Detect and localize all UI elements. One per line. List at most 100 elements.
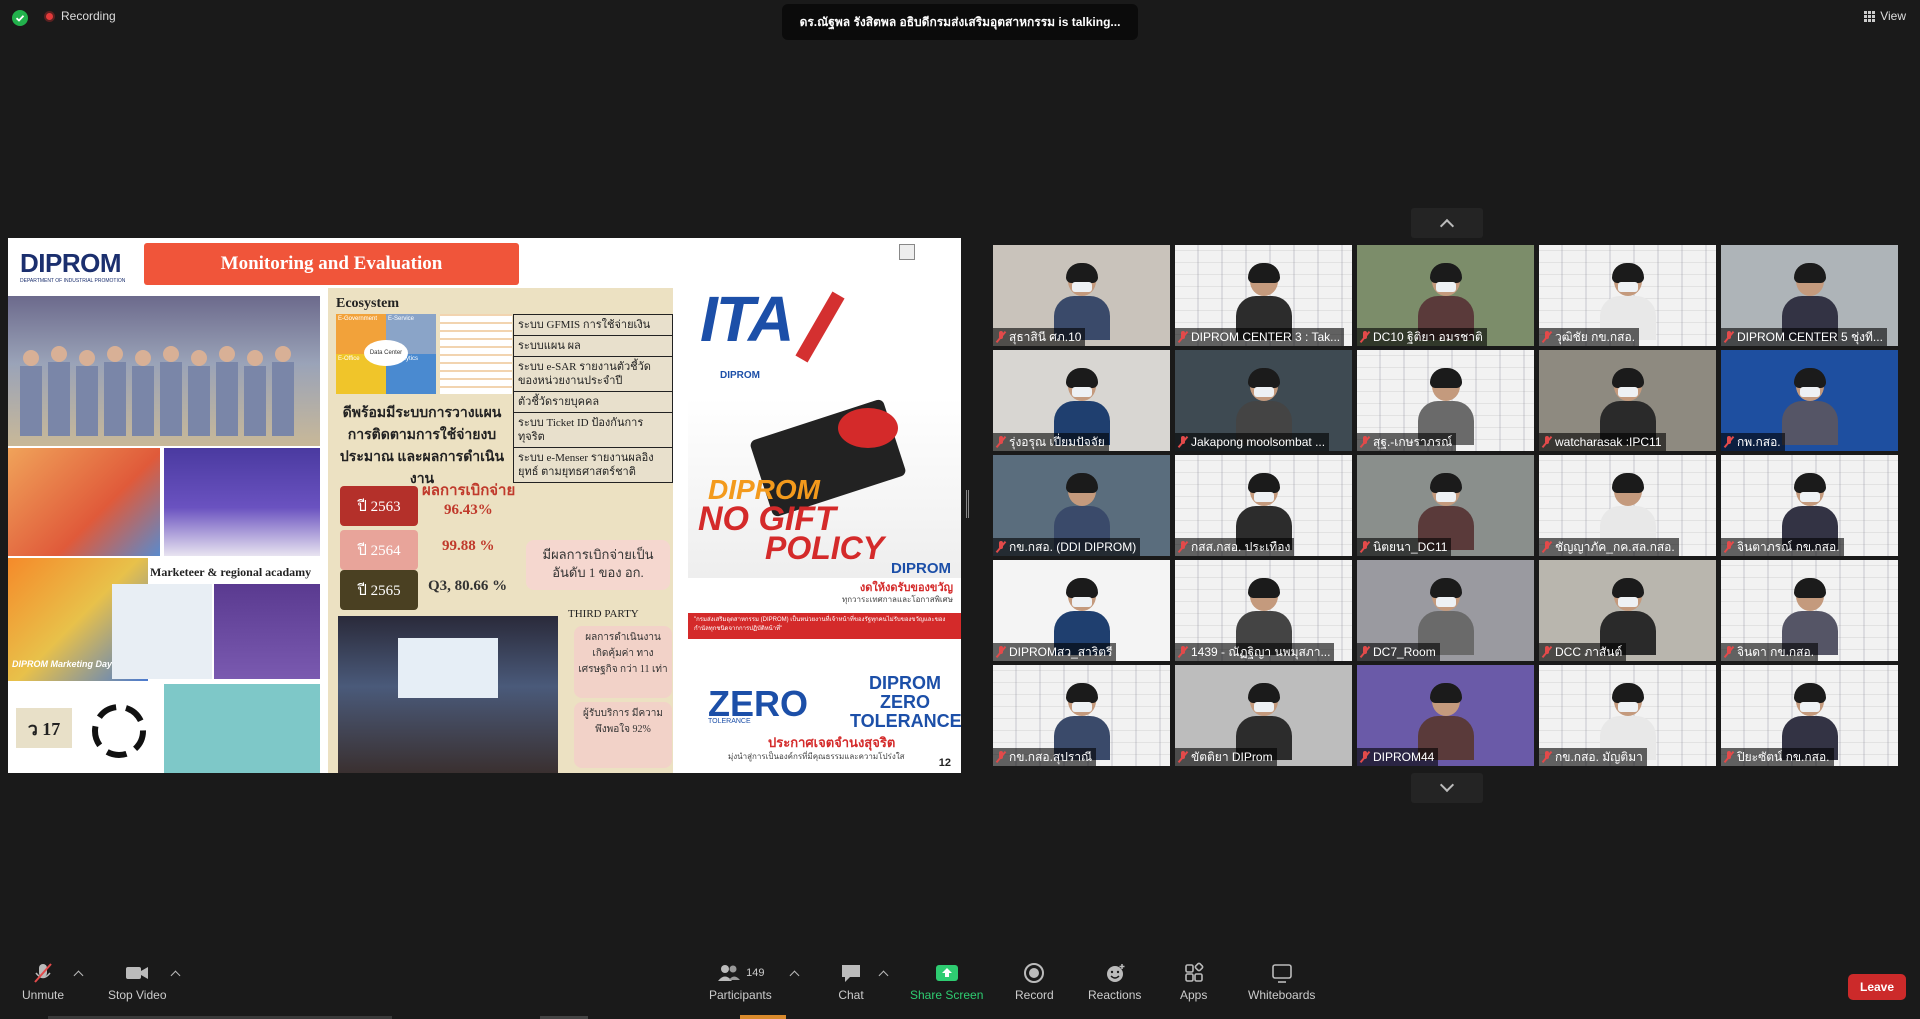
participant-tile[interactable]: DCC ภาสันต์: [1539, 560, 1716, 661]
participant-tile[interactable]: 1439 - ณัฏฐิญา นพมุสภา...: [1175, 560, 1352, 661]
mic-muted-icon: [1724, 646, 1734, 658]
shared-screen[interactable]: DIPROM DEPARTMENT OF INDUSTRIAL PROMOTIO…: [8, 238, 961, 773]
participants-button[interactable]: 149 Participants: [709, 962, 772, 1002]
mic-muted-icon: [996, 331, 1006, 343]
apps-icon: [1184, 962, 1204, 982]
participant-tile[interactable]: จินตาภรณ์ กข.กสอ.: [1721, 455, 1898, 556]
record-dot-icon: [44, 10, 55, 22]
record-button[interactable]: Record: [1015, 962, 1054, 1002]
stop-video-button[interactable]: Stop Video: [108, 962, 167, 1002]
share-screen-icon: [935, 965, 958, 981]
participant-tile[interactable]: กพ.กสอ.: [1721, 350, 1898, 451]
year-2565-value: Q3, 80.66 %: [428, 578, 508, 594]
record-label: Record: [1015, 988, 1054, 1002]
unmute-button[interactable]: Unmute: [22, 962, 64, 1002]
participant-tile[interactable]: สุฐ.-เกษราภรณ์: [1357, 350, 1534, 451]
security-shield-icon[interactable]: [12, 10, 28, 26]
systems-table: ระบบ GFMIS การใช้จ่ายเงิน ระบบแผน ผล ระบ…: [513, 314, 673, 483]
participant-name: กข.กสอ. (DDI DIPROM): [1009, 539, 1137, 554]
participant-tile[interactable]: กข.กสอ.สุปราณี: [993, 665, 1170, 766]
participant-tile[interactable]: DIPROMสว_สาริตรี: [993, 560, 1170, 661]
participant-name-badge: กข.กสอ.สุปราณี: [993, 748, 1097, 766]
participant-tile[interactable]: นิตยนา_DC11: [1357, 455, 1534, 556]
system-row: ระบบ e-Menser รายงานผลอิงยุทธ์ ตามยุทธศา…: [518, 452, 654, 478]
award-photo-2: [164, 448, 320, 556]
disbursement-label: ผลการเบิกจ่าย: [422, 483, 516, 499]
gallery-scroll-up-button[interactable]: [1411, 208, 1483, 238]
participant-tile[interactable]: รุ่งอรุณ เปี่ยมปัจจัย: [993, 350, 1170, 451]
split-view-handle[interactable]: [966, 490, 969, 518]
mic-muted-icon: [1360, 646, 1370, 658]
participant-name-badge: สุฐ.-เกษราภรณ์: [1357, 433, 1457, 451]
participant-name: watcharasak :IPC11: [1555, 435, 1662, 449]
participant-name: DC7_Room: [1373, 645, 1436, 659]
share-screen-button[interactable]: Share Screen: [910, 962, 983, 1002]
participant-name: Jakapong moolsombat ...: [1191, 435, 1326, 449]
participant-tile[interactable]: DIPROM CENTER 5 ชุ่งที...: [1721, 245, 1898, 346]
view-button[interactable]: View: [1864, 9, 1906, 23]
participant-name-badge: DCC ภาสันต์: [1539, 643, 1627, 661]
participant-tile[interactable]: Jakapong moolsombat ...: [1175, 350, 1352, 451]
apps-button[interactable]: Apps: [1180, 962, 1207, 1002]
participant-tile[interactable]: กข.กสอ. (DDI DIPROM): [993, 455, 1170, 556]
participant-name-badge: กข.กสอ. มัญติมา: [1539, 748, 1647, 766]
participant-tile[interactable]: ชัญญาภัค_กค.สล.กสอ.: [1539, 455, 1716, 556]
recording-indicator[interactable]: Recording: [44, 9, 116, 23]
participant-tile[interactable]: ปิยะซัตน์ กข.กสอ.: [1721, 665, 1898, 766]
participant-name-badge: DIPROM44: [1357, 748, 1439, 766]
gift-ribbon-graphic: [838, 408, 898, 448]
expand-icon[interactable]: [899, 244, 915, 260]
participant-name: กข.กสอ.สุปราณี: [1009, 749, 1093, 764]
phone-mockup: [112, 584, 212, 679]
video-options-caret[interactable]: [170, 970, 181, 981]
gallery-scroll-down-button[interactable]: [1411, 773, 1483, 803]
participant-name: DIPROM44: [1373, 750, 1435, 764]
participant-tile[interactable]: DIPROM44: [1357, 665, 1534, 766]
participant-tile[interactable]: กสส.กสอ. ประเทือง: [1175, 455, 1352, 556]
reactions-label: Reactions: [1088, 988, 1142, 1002]
participant-name-badge: ชัญญาภัค_กค.สล.กสอ.: [1539, 538, 1679, 556]
whiteboards-label: Whiteboards: [1248, 988, 1316, 1002]
diprom-logo: DIPROM: [20, 248, 122, 278]
zero-tolerance-sub: TOLERANCE: [708, 718, 751, 725]
participant-name: DIPROM CENTER 3 : Tak...: [1191, 330, 1341, 344]
participants-icon: [718, 965, 741, 981]
year-2563-value: 96.43%: [444, 502, 493, 518]
third-party-box-2: ผู้รับบริการ มีความพึงพอใจ 92%: [574, 702, 672, 768]
participant-tile[interactable]: กข.กสอ. มัญติมา: [1539, 665, 1716, 766]
chat-caret[interactable]: [878, 970, 889, 981]
chat-button[interactable]: Chat: [838, 962, 864, 1002]
participant-tile[interactable]: วุฒิชัย กข.กสอ.: [1539, 245, 1716, 346]
third-party-label: THIRD PARTY: [568, 608, 639, 620]
system-row: ระบบ e-SAR รายงานตัวชี้วัดของหน่วยงานประ…: [514, 357, 672, 392]
marketing-day-label: DIPROM Marketing Day: [12, 659, 113, 669]
active-speaker-banner: ดร.ณัฐพล รังสิตพล อธิบดีกรมส่งเสริมอุตสา…: [782, 4, 1138, 40]
bottom-strip: [740, 1015, 786, 1019]
participant-tile[interactable]: DC10 ฐิติยา อมรชาติ: [1357, 245, 1534, 346]
leave-button[interactable]: Leave: [1848, 974, 1906, 1000]
audio-options-caret[interactable]: [73, 970, 84, 981]
whiteboards-button[interactable]: Whiteboards: [1248, 962, 1315, 1002]
mic-muted-icon: [1542, 646, 1552, 658]
year-2564-value: 99.88 %: [442, 538, 495, 554]
participant-tile[interactable]: DC7_Room: [1357, 560, 1534, 661]
participant-tile[interactable]: DIPROM CENTER 3 : Tak...: [1175, 245, 1352, 346]
participant-name: DIPROM CENTER 5 ชุ่งที...: [1737, 329, 1883, 344]
unmute-label: Unmute: [22, 988, 65, 1002]
chevron-down-icon: [1439, 777, 1455, 793]
participant-tile[interactable]: สุธาสินี ศภ.10: [993, 245, 1170, 346]
participant-tile[interactable]: จินดา กข.กสอ.: [1721, 560, 1898, 661]
participant-tile[interactable]: ขัตติยา DIProm: [1175, 665, 1352, 766]
mic-muted-icon: [1542, 436, 1552, 448]
reactions-button[interactable]: Reactions: [1088, 962, 1141, 1002]
participant-name-badge: ปิยะซัตน์ กข.กสอ.: [1721, 748, 1834, 766]
participant-name: DCC ภาสันต์: [1555, 644, 1623, 659]
third-party-box-1: ผลการดำเนินงาน เกิดคุ้มค่า ทางเศรษฐกิจ ก…: [574, 626, 672, 698]
participants-caret[interactable]: [789, 970, 800, 981]
participant-tile[interactable]: watcharasak :IPC11: [1539, 350, 1716, 451]
stop-video-label: Stop Video: [108, 988, 167, 1002]
mic-muted-icon: [1724, 436, 1734, 448]
v17-label: ว 17: [16, 708, 72, 748]
reactions-icon: [1106, 964, 1125, 982]
participant-name: ชัญญาภัค_กค.สล.กสอ.: [1555, 539, 1675, 554]
